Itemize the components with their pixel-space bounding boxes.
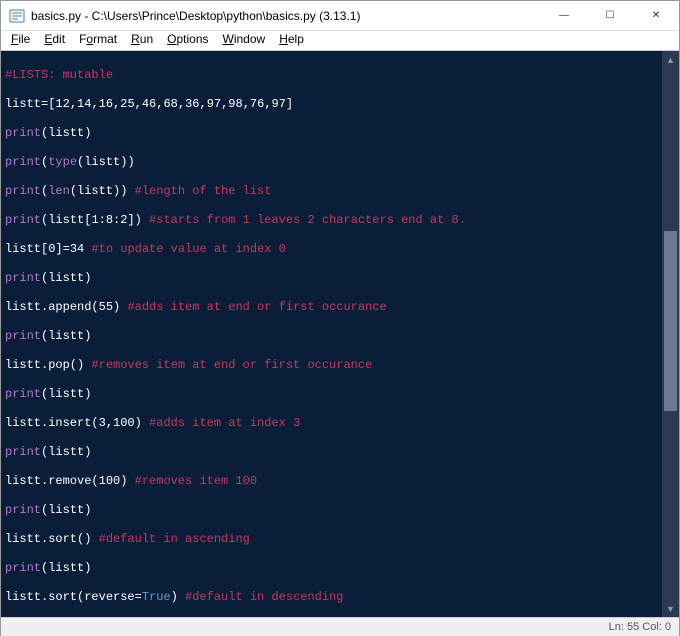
- scroll-up-icon[interactable]: ▲: [662, 51, 679, 68]
- menu-edit[interactable]: Edit: [38, 31, 71, 50]
- editor-area: #LISTS: mutable listt=[12,14,16,25,46,68…: [1, 51, 679, 617]
- statusbar: Ln: 55 Col: 0: [1, 617, 679, 636]
- window-controls: — ☐ ✕: [541, 1, 679, 30]
- code-editor[interactable]: #LISTS: mutable listt=[12,14,16,25,46,68…: [1, 51, 662, 617]
- scroll-down-icon[interactable]: ▼: [662, 600, 679, 617]
- app-icon: [9, 8, 25, 24]
- titlebar[interactable]: basics.py - C:\Users\Prince\Desktop\pyth…: [1, 1, 679, 31]
- minimize-button[interactable]: —: [541, 1, 587, 30]
- maximize-button[interactable]: ☐: [587, 1, 633, 30]
- menu-file[interactable]: File: [5, 31, 36, 50]
- menu-options[interactable]: Options: [161, 31, 214, 50]
- menu-help[interactable]: Help: [273, 31, 310, 50]
- menu-run[interactable]: Run: [125, 31, 159, 50]
- vertical-scrollbar[interactable]: ▲ ▼: [662, 51, 679, 617]
- window-title: basics.py - C:\Users\Prince\Desktop\pyth…: [31, 9, 541, 23]
- close-button[interactable]: ✕: [633, 1, 679, 30]
- menu-format[interactable]: Format: [73, 31, 123, 50]
- menubar: File Edit Format Run Options Window Help: [1, 31, 679, 51]
- menu-window[interactable]: Window: [217, 31, 272, 50]
- cursor-position: Ln: 55 Col: 0: [609, 621, 671, 633]
- scroll-thumb[interactable]: [664, 231, 677, 411]
